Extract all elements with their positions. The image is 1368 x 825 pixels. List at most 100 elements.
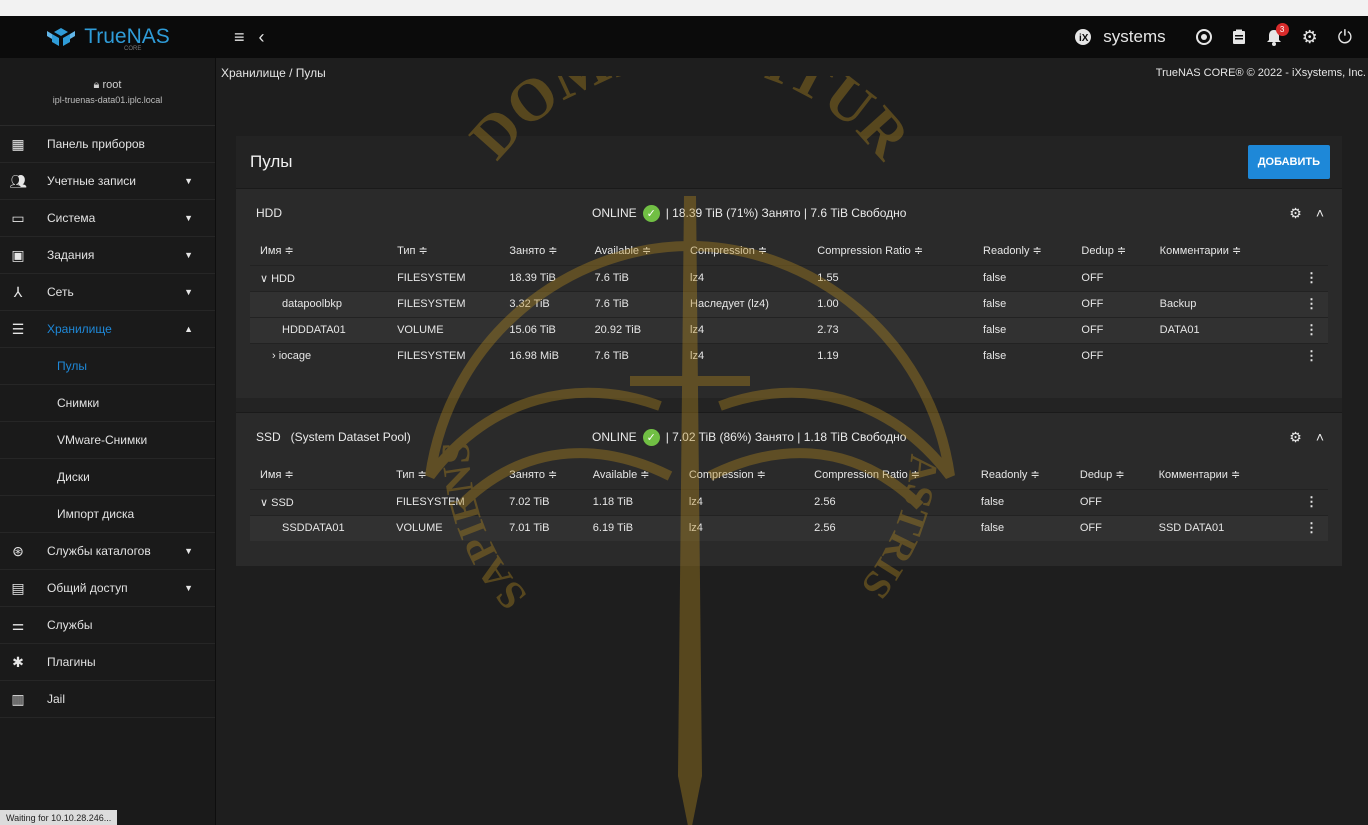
sidebar-item-network[interactable]: ⅄ Сеть ▼ bbox=[0, 274, 215, 311]
add-pool-button[interactable]: ДОБАВИТЬ bbox=[1247, 145, 1330, 179]
table-row[interactable]: SSDDATA01 VOLUME 7.01 TiB 6.19 TiB lz4 2.56 fa… bbox=[250, 514, 1328, 541]
table-cell: 20.92 TiB bbox=[584, 316, 681, 343]
sidebar-item-sharing[interactable]: ▤ Общий доступ ▼ bbox=[0, 570, 215, 607]
column-header[interactable]: Compression Ratio ≑ bbox=[807, 237, 973, 265]
column-header[interactable]: Комментарии ≑ bbox=[1149, 461, 1281, 489]
pool-settings-gear-icon[interactable]: ⚙ bbox=[1289, 205, 1302, 222]
table-cell: 7.02 TiB bbox=[499, 488, 583, 515]
column-header[interactable]: Available ≑ bbox=[585, 237, 680, 265]
table-cell: 3.32 TiB bbox=[499, 290, 585, 317]
table-row[interactable]: ∨ SSD FILESYSTEM 7.02 TiB 1.18 TiB lz4 2.56 fa… bbox=[250, 488, 1328, 515]
sidebar-item-tasks[interactable]: ▣ Задания ▼ bbox=[0, 237, 215, 274]
table-row[interactable]: HDDDATA01 VOLUME 15.06 TiB 20.92 TiB lz4 2.73… bbox=[250, 316, 1328, 343]
table-cell: 1.55 bbox=[807, 264, 974, 291]
truecommand-icon[interactable] bbox=[1195, 29, 1212, 45]
sidebar-item-plugins[interactable]: ✱ Плагины bbox=[0, 644, 215, 681]
sidebar-item-services[interactable]: ⚌ Службы bbox=[0, 607, 215, 644]
network-icon: ⅄ bbox=[13, 283, 23, 300]
table-row[interactable]: datapoolbkp FILESYSTEM 3.32 TiB 7.6 TiB Насл… bbox=[250, 290, 1328, 317]
chevron-left-icon[interactable]: ‹ bbox=[259, 27, 265, 48]
sidebar-item-label: Службы каталогов bbox=[47, 544, 151, 558]
user-block: 🔒︎ root ipl-truenas-data01.iplc.local bbox=[0, 58, 215, 126]
column-header[interactable]: Тип ≑ bbox=[386, 461, 499, 489]
truenas-logo[interactable]: TrueNAS bbox=[0, 16, 216, 58]
column-header[interactable]: Имя ≑ bbox=[250, 237, 387, 265]
more-actions-icon[interactable]: ⋮ bbox=[1280, 514, 1328, 541]
services-icon: ⚌ bbox=[11, 616, 25, 633]
table-cell: 2.56 bbox=[804, 514, 971, 541]
sidebar-subitem-disks[interactable]: Диски bbox=[0, 459, 215, 496]
column-header[interactable]: Занято ≑ bbox=[499, 461, 583, 489]
ix-logo-icon: iX bbox=[1075, 29, 1092, 45]
column-header[interactable]: Имя ≑ bbox=[250, 461, 386, 489]
column-header-actions bbox=[1280, 461, 1328, 489]
pool-name: HDD bbox=[256, 206, 282, 220]
table-cell: Backup bbox=[1149, 290, 1281, 317]
column-header[interactable]: Dedup ≑ bbox=[1070, 461, 1149, 489]
sidebar-subitem-import-disk[interactable]: Импорт диска bbox=[0, 496, 215, 533]
caret-down-icon: ▼ bbox=[184, 250, 193, 260]
chevron-up-icon[interactable]: ˄ bbox=[1316, 429, 1324, 445]
pool-header: SSD (System Dataset Pool) ONLINE ✓ | 7.0… bbox=[236, 413, 1342, 461]
pool-header: HDD ONLINE ✓ | 18.39 TiB (71%) Занято | … bbox=[236, 189, 1342, 237]
column-header[interactable]: Комментарии ≑ bbox=[1150, 237, 1281, 265]
table-cell: VOLUME bbox=[386, 514, 500, 541]
plugins-icon: ✱ bbox=[12, 653, 24, 670]
sidebar-item-storage[interactable]: ☰ Хранилище ▲ bbox=[0, 311, 215, 348]
column-header[interactable]: Readonly ≑ bbox=[973, 237, 1071, 265]
table-cell: ∨ HDD bbox=[250, 264, 388, 291]
table-cell bbox=[1149, 264, 1281, 291]
table-cell: 2.73 bbox=[807, 316, 974, 343]
column-header[interactable]: Available ≑ bbox=[583, 461, 679, 489]
more-actions-icon[interactable]: ⋮ bbox=[1280, 264, 1328, 291]
table-cell: › iocage bbox=[250, 342, 388, 369]
column-header[interactable]: Dedup ≑ bbox=[1071, 237, 1149, 265]
power-icon[interactable]: ⏻ bbox=[1338, 27, 1352, 48]
more-actions-icon[interactable]: ⋮ bbox=[1280, 316, 1328, 343]
more-actions-icon[interactable]: ⋮ bbox=[1280, 290, 1328, 317]
sidebar-item-jail[interactable]: ▥ Jail bbox=[0, 681, 215, 718]
check-circle-icon: ✓ bbox=[642, 428, 660, 446]
task-manager-icon[interactable] bbox=[1232, 29, 1246, 45]
column-header[interactable]: Тип ≑ bbox=[387, 237, 499, 265]
chevron-up-icon[interactable]: ˄ bbox=[1316, 205, 1324, 221]
pool-settings-gear-icon[interactable]: ⚙ bbox=[1289, 429, 1302, 446]
ixsystems-logo: iX systems bbox=[1073, 27, 1166, 47]
pools-card: Пулы ДОБАВИТЬ HDD ONLINE ✓ | 18.39 TiB (… bbox=[236, 136, 1342, 566]
pool-hdd: HDD ONLINE ✓ | 18.39 TiB (71%) Занято | … bbox=[236, 188, 1342, 398]
sidebar-subitem-snapshots[interactable]: Снимки bbox=[0, 385, 215, 422]
table-cell: OFF bbox=[1071, 264, 1150, 291]
settings-gear-icon[interactable]: ⚙ bbox=[1302, 27, 1318, 48]
table-cell: 1.18 TiB bbox=[582, 488, 679, 515]
sidebar-subitem-vmware-snapshots[interactable]: VMware-Снимки bbox=[0, 422, 215, 459]
sidebar-subitem-pools[interactable]: Пулы bbox=[0, 348, 215, 385]
more-actions-icon[interactable]: ⋮ bbox=[1280, 488, 1328, 515]
sidebar-item-label: Учетные записи bbox=[47, 174, 136, 188]
column-header[interactable]: Readonly ≑ bbox=[971, 461, 1070, 489]
column-header[interactable]: Занято ≑ bbox=[499, 237, 584, 265]
table-row[interactable]: › iocage FILESYSTEM 16.98 MiB 7.6 TiB lz4 1.1… bbox=[250, 342, 1328, 369]
pool-tools: ⚙ ˄ bbox=[1289, 413, 1324, 461]
table-cell: SSD DATA01 bbox=[1148, 514, 1281, 541]
table-cell: false bbox=[970, 514, 1070, 541]
column-header[interactable]: Compression Ratio ≑ bbox=[804, 461, 971, 489]
ixsystems-text: systems bbox=[1103, 27, 1166, 46]
more-actions-icon[interactable]: ⋮ bbox=[1280, 342, 1328, 369]
pool-tools: ⚙ ˄ bbox=[1289, 189, 1324, 237]
sidebar-item-directory-services[interactable]: ⊛ Службы каталогов ▼ bbox=[0, 533, 215, 570]
sidebar-item-accounts[interactable]: 👥︎ Учетные записи ▼ bbox=[0, 163, 215, 200]
column-header[interactable]: Compression ≑ bbox=[679, 461, 804, 489]
caret-down-icon: ▼ bbox=[184, 546, 193, 556]
table-cell: lz4 bbox=[680, 342, 808, 369]
table-cell: 16.98 MiB bbox=[499, 342, 585, 369]
sidebar-item-dashboard[interactable]: ▦ Панель приборов bbox=[0, 126, 215, 163]
notifications-bell-icon[interactable]: 3 bbox=[1266, 22, 1289, 46]
table-cell: false bbox=[973, 290, 1072, 317]
table-cell: OFF bbox=[1069, 488, 1149, 515]
column-header[interactable]: Compression ≑ bbox=[680, 237, 807, 265]
sidebar-item-system[interactable]: ▭ Система ▼ bbox=[0, 200, 215, 237]
breadcrumb[interactable]: Хранилище / Пулы bbox=[221, 66, 326, 80]
tasks-icon: ▣ bbox=[11, 246, 25, 263]
table-row[interactable]: ∨ HDD FILESYSTEM 18.39 TiB 7.6 TiB lz4 1.55 fa… bbox=[250, 264, 1328, 291]
menu-icon[interactable]: ≡ bbox=[234, 27, 245, 48]
